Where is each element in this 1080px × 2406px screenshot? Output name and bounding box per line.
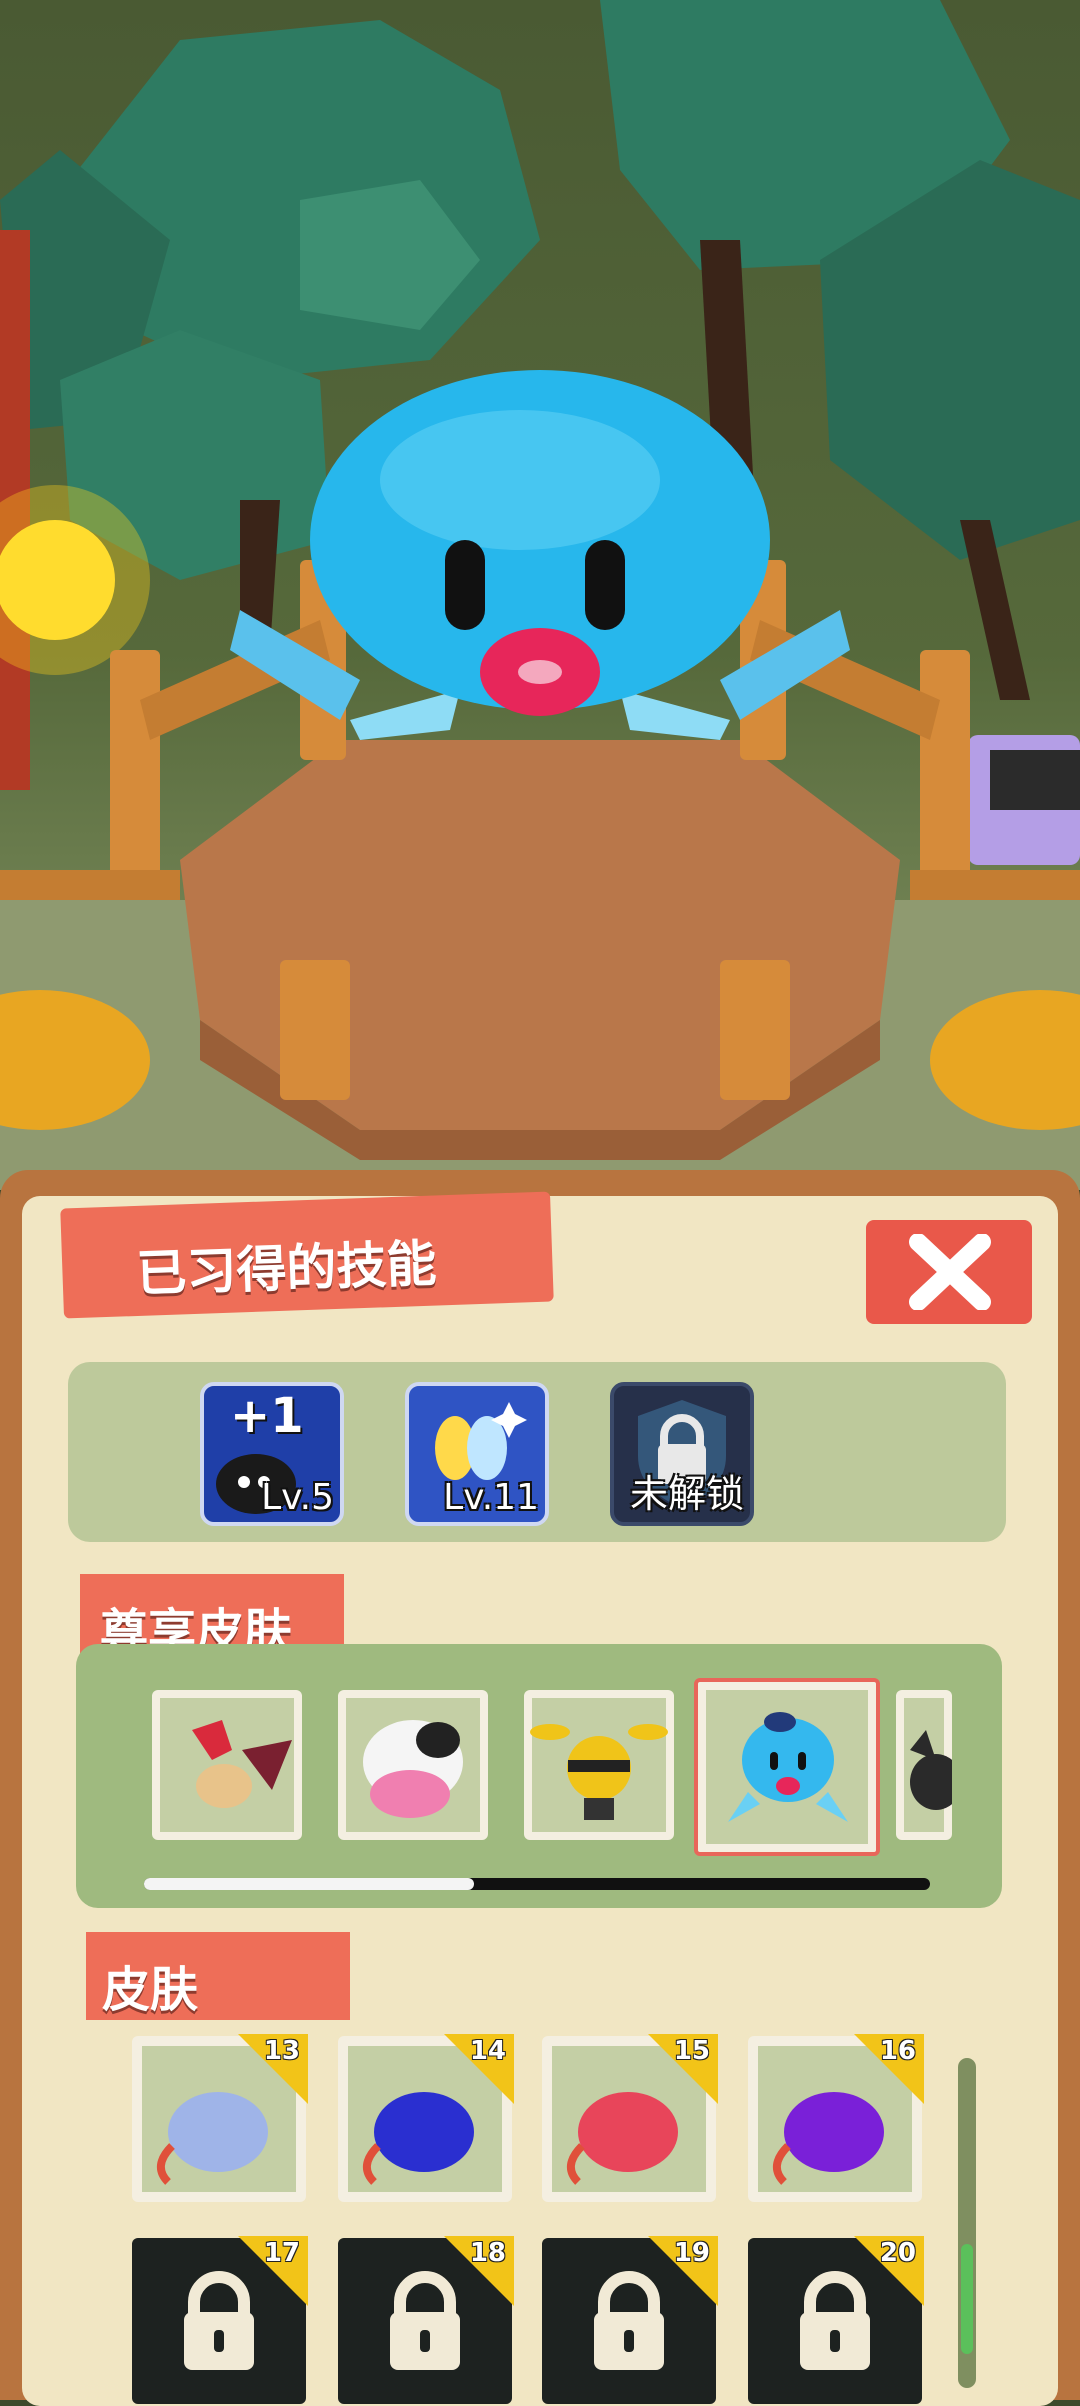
skin-number: 20 <box>879 2238 916 2268</box>
close-x-icon <box>909 1234 991 1310</box>
skin-number-badge: 14 <box>444 2034 514 2104</box>
skins-title: 皮肤 <box>102 1962 199 2018</box>
skin-number: 16 <box>879 2036 916 2066</box>
skill-level: Lv.11 <box>443 1477 539 1518</box>
skin-number-badge: 15 <box>648 2034 718 2104</box>
skills-title: 已习得的技能 <box>135 1234 438 1303</box>
skill-slot-3[interactable]: 未解锁 <box>610 1382 754 1526</box>
skin-card-16[interactable]: 16 <box>748 2034 924 2202</box>
close-button[interactable] <box>866 1220 1032 1324</box>
skin-card-17[interactable]: 17 <box>132 2236 308 2404</box>
skin-card-19[interactable]: 19 <box>542 2236 718 2404</box>
cow-icon <box>363 1720 463 1818</box>
skins-scrollbar[interactable] <box>958 2058 976 2388</box>
premium-skin-bee-drone[interactable] <box>524 1690 674 1840</box>
skin-number: 15 <box>673 2036 710 2066</box>
premium-scroll-fill <box>144 1878 475 1890</box>
scene-art <box>0 0 1080 1190</box>
skin-number: 14 <box>469 2036 506 2066</box>
skin-card-18[interactable]: 18 <box>338 2236 514 2404</box>
skin-number-badge: 19 <box>648 2236 718 2306</box>
blue-octopus-icon <box>728 1712 848 1822</box>
skill-plus-text: +1 <box>230 1388 304 1444</box>
black-cat-icon <box>910 1730 952 1810</box>
skin-number: 13 <box>263 2036 300 2066</box>
skill-slot-1[interactable]: +1 Lv.5 <box>200 1382 344 1526</box>
skins-scroll-thumb <box>961 2243 973 2354</box>
skin-number-badge: 13 <box>238 2034 308 2104</box>
skill-slot-2[interactable]: Lv.11 <box>405 1382 549 1526</box>
skills-title-ribbon: 已习得的技能 <box>60 1191 554 1319</box>
skin-card-13[interactable]: 13 <box>132 2034 308 2202</box>
premium-skin-blue-octopus[interactable] <box>694 1678 880 1856</box>
skin-number-badge: 17 <box>238 2236 308 2306</box>
skins-ribbon: 皮肤 <box>86 1932 350 2020</box>
skin-card-14[interactable]: 14 <box>338 2034 514 2202</box>
premium-skins-scrollbar[interactable] <box>144 1878 930 1890</box>
bee-drone-icon <box>530 1724 668 1820</box>
skin-card-15[interactable]: 15 <box>542 2034 718 2202</box>
skin-number-badge: 16 <box>854 2034 924 2104</box>
skill-level: 未解锁 <box>629 1472 744 1516</box>
skin-card-20[interactable]: 20 <box>748 2236 924 2404</box>
premium-skin-black-cat[interactable] <box>896 1690 952 1840</box>
game-scene <box>0 0 1080 1190</box>
premium-skin-cow[interactable] <box>338 1690 488 1840</box>
skin-number: 18 <box>469 2238 506 2268</box>
skin-number-badge: 20 <box>854 2236 924 2306</box>
skin-number-badge: 18 <box>444 2236 514 2306</box>
premium-skin-red-dragon[interactable] <box>152 1690 302 1840</box>
skin-number: 19 <box>673 2238 710 2268</box>
red-dragon-icon <box>192 1720 292 1808</box>
skill-level: Lv.5 <box>261 1477 334 1518</box>
skin-number: 17 <box>263 2238 300 2268</box>
octopus-character <box>230 370 850 740</box>
